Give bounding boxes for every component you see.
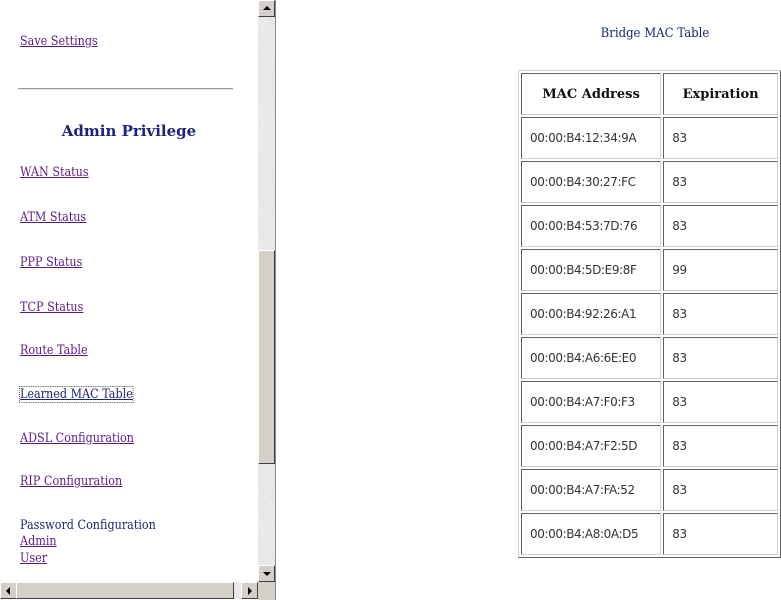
- table-row: 00:00:B4:A7:FA:52 83: [521, 469, 778, 511]
- wan-status-link[interactable]: WAN Status: [20, 165, 89, 180]
- triangle-down-icon: [263, 572, 271, 576]
- expiration-cell: 83: [663, 205, 778, 247]
- triangle-left-icon: [6, 587, 10, 595]
- expiration-cell: 83: [663, 161, 778, 203]
- vertical-scroll-thumb[interactable]: [258, 250, 275, 464]
- expiration-cell: 83: [663, 469, 778, 511]
- expiration-header: Expiration: [663, 73, 778, 115]
- bridge-mac-table: MAC Address Expiration 00:00:B4:12:34:9A…: [518, 70, 781, 558]
- password-user-link[interactable]: User: [20, 551, 47, 566]
- bridge-mac-table-container: MAC Address Expiration 00:00:B4:12:34:9A…: [518, 70, 781, 600]
- mac-address-cell: 00:00:B4:12:34:9A: [521, 117, 662, 159]
- adsl-configuration-link[interactable]: ADSL Configuration: [20, 431, 134, 446]
- expiration-cell: 83: [663, 381, 778, 423]
- ppp-status-link[interactable]: PPP Status: [20, 255, 82, 270]
- table-header-row: MAC Address Expiration: [521, 73, 778, 115]
- table-row: 00:00:B4:A7:F2:5D 83: [521, 425, 778, 467]
- scroll-left-button[interactable]: [0, 582, 17, 599]
- vertical-scrollbar[interactable]: [258, 0, 275, 582]
- scroll-right-button[interactable]: [241, 582, 258, 599]
- scrollbar-corner: [258, 582, 275, 600]
- expiration-cell: 83: [663, 337, 778, 379]
- scroll-up-button[interactable]: [258, 0, 275, 17]
- learned-mac-table-link[interactable]: Learned MAC Table: [19, 386, 134, 403]
- rip-configuration-link[interactable]: RIP Configuration: [20, 474, 122, 489]
- expiration-cell: 83: [663, 425, 778, 467]
- expiration-cell: 83: [663, 513, 778, 555]
- atm-status-link[interactable]: ATM Status: [20, 210, 86, 225]
- mac-address-cell: 00:00:B4:53:7D:76: [521, 205, 662, 247]
- mac-address-cell: 00:00:B4:5D:E9:8F: [521, 249, 662, 291]
- mac-address-cell: 00:00:B4:A7:F2:5D: [521, 425, 662, 467]
- mac-address-cell: 00:00:B4:92:26:A1: [521, 293, 662, 335]
- triangle-right-icon: [248, 587, 252, 595]
- table-row: 00:00:B4:12:34:9A 83: [521, 117, 778, 159]
- scroll-down-button[interactable]: [258, 565, 275, 582]
- table-row: 00:00:B4:30:27:FC 83: [521, 161, 778, 203]
- page-title: Bridge MAC Table: [600, 26, 710, 41]
- mac-address-header: MAC Address: [521, 73, 662, 115]
- menu-divider: [18, 88, 233, 90]
- table-row: 00:00:B4:5D:E9:8F 99: [521, 249, 778, 291]
- tcp-status-link[interactable]: TCP Status: [20, 300, 83, 315]
- frame-divider[interactable]: [275, 0, 276, 600]
- password-configuration-label: Password Configuration: [20, 518, 156, 533]
- triangle-up-icon: [263, 6, 271, 10]
- expiration-cell: 83: [663, 293, 778, 335]
- expiration-cell: 99: [663, 249, 778, 291]
- mac-address-cell: 00:00:B4:A8:0A:D5: [521, 513, 662, 555]
- mac-address-cell: 00:00:B4:A7:F0:F3: [521, 381, 662, 423]
- save-settings-link[interactable]: Save Settings: [20, 34, 98, 49]
- mac-address-cell: 00:00:B4:30:27:FC: [521, 161, 662, 203]
- table-row: 00:00:B4:53:7D:76 83: [521, 205, 778, 247]
- table-row: 00:00:B4:A8:0A:D5 83: [521, 513, 778, 555]
- admin-privilege-heading: Admin Privilege: [61, 122, 197, 140]
- expiration-cell: 83: [663, 117, 778, 159]
- password-admin-link[interactable]: Admin: [20, 534, 57, 549]
- table-row: 00:00:B4:A7:F0:F3 83: [521, 381, 778, 423]
- navigation-frame: Save Settings Admin Privilege WAN Status…: [0, 0, 276, 600]
- mac-address-cell: 00:00:B4:A7:FA:52: [521, 469, 662, 511]
- horizontal-scroll-thumb[interactable]: [16, 582, 234, 599]
- table-row: 00:00:B4:A6:6E:E0 83: [521, 337, 778, 379]
- horizontal-scrollbar[interactable]: [0, 582, 258, 599]
- mac-address-cell: 00:00:B4:A6:6E:E0: [521, 337, 662, 379]
- navigation-menu: Save Settings Admin Privilege WAN Status…: [0, 0, 258, 582]
- table-row: 00:00:B4:92:26:A1 83: [521, 293, 778, 335]
- route-table-link[interactable]: Route Table: [20, 343, 88, 358]
